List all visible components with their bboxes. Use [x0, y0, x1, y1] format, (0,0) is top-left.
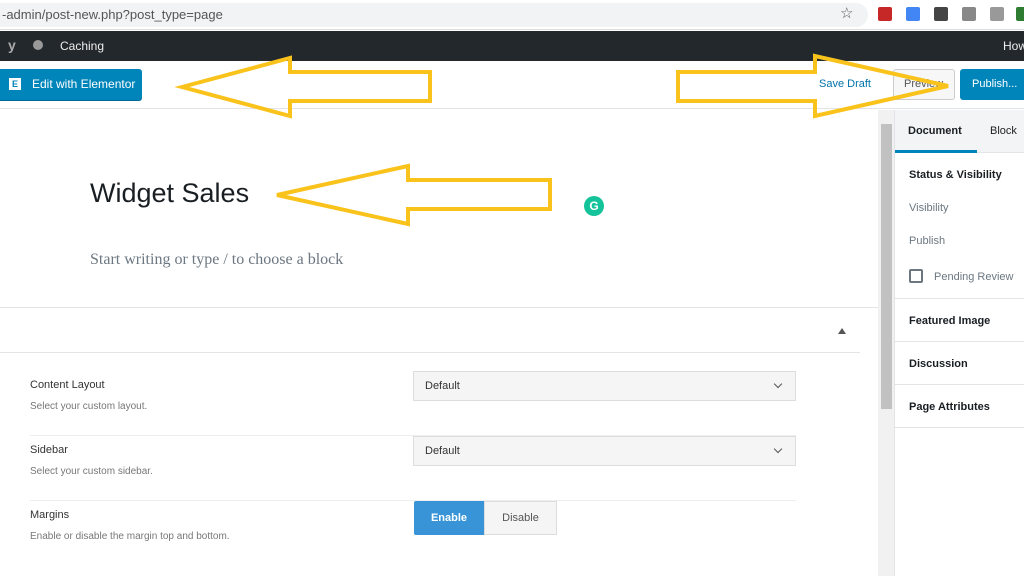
field-label: Content Layout — [30, 379, 105, 391]
extension-icon[interactable] — [1016, 7, 1024, 21]
editor-toolbar: E Edit with Elementor Save Draft Preview … — [0, 61, 1024, 109]
page-attributes-panel[interactable]: Page Attributes — [909, 401, 990, 413]
field-description: Enable or disable the margin top and bot… — [30, 531, 230, 542]
extension-icon[interactable] — [878, 7, 892, 21]
caching-menu[interactable]: Caching — [60, 39, 104, 53]
field-description: Select your custom sidebar. — [30, 466, 153, 477]
editor-scrollbar[interactable] — [878, 110, 894, 576]
extension-icon[interactable] — [934, 7, 948, 21]
editor-canvas: Widget Sales G Start writing or type / t… — [0, 110, 878, 576]
field-description: Select your custom layout. — [30, 401, 148, 412]
status-visibility-panel[interactable]: Status & Visibility — [909, 169, 1002, 181]
enable-margins-button[interactable]: Enable — [414, 501, 484, 535]
field-label: Margins — [30, 509, 70, 521]
extension-icon[interactable] — [962, 7, 976, 21]
settings-sidebar: Document Block Status & Visibility Visib… — [894, 110, 1024, 576]
address-bar[interactable]: -admin/post-new.php?post_type=page — [0, 3, 868, 27]
publish-button[interactable]: Publish... — [960, 69, 1024, 100]
elementor-icon: E — [9, 78, 21, 90]
preview-button[interactable]: Preview — [893, 69, 955, 100]
tab-block[interactable]: Block — [990, 125, 1017, 137]
howdy-menu[interactable]: How — [1003, 39, 1024, 53]
tab-document[interactable]: Document — [908, 125, 962, 137]
discussion-panel[interactable]: Discussion — [909, 358, 968, 370]
scrollbar-thumb[interactable] — [881, 124, 892, 409]
status-dot-icon — [33, 40, 43, 50]
pending-review-checkbox[interactable] — [909, 269, 923, 283]
field-label: Sidebar — [30, 444, 68, 456]
admin-bar: y Caching How — [0, 31, 1024, 61]
visibility-label: Visibility — [909, 202, 949, 214]
post-title[interactable]: Widget Sales — [90, 178, 249, 209]
featured-image-panel[interactable]: Featured Image — [909, 315, 990, 327]
publish-label: Publish — [909, 235, 946, 247]
grammarly-icon[interactable]: G — [584, 196, 604, 216]
collapse-caret-icon[interactable] — [838, 328, 846, 334]
extension-icon[interactable] — [990, 7, 1004, 21]
active-tab-indicator — [895, 150, 977, 153]
button-label: Edit with Elementor — [32, 77, 136, 91]
extension-icon[interactable] — [906, 7, 920, 21]
edit-with-elementor-button[interactable]: E Edit with Elementor — [0, 69, 142, 100]
sidebar-row: Sidebar Select your custom sidebar. Defa… — [30, 436, 796, 501]
content-layout-select[interactable]: Default — [413, 371, 796, 401]
margins-row: Margins Enable or disable the margin top… — [30, 501, 796, 566]
sidebar-select[interactable]: Default — [413, 436, 796, 466]
save-draft-button[interactable]: Save Draft — [819, 78, 871, 90]
pending-review-label: Pending Review — [934, 271, 1014, 283]
content-layout-row: Content Layout Select your custom layout… — [30, 371, 796, 436]
yoast-icon[interactable]: y — [8, 37, 16, 53]
block-placeholder[interactable]: Start writing or type / to choose a bloc… — [90, 251, 343, 269]
browser-bar: -admin/post-new.php?post_type=page ☆ — [0, 0, 1024, 30]
bookmark-star-icon[interactable]: ☆ — [840, 4, 853, 22]
disable-margins-button[interactable]: Disable — [484, 501, 557, 535]
page-settings-metabox: Content Layout Select your custom layout… — [0, 307, 878, 542]
